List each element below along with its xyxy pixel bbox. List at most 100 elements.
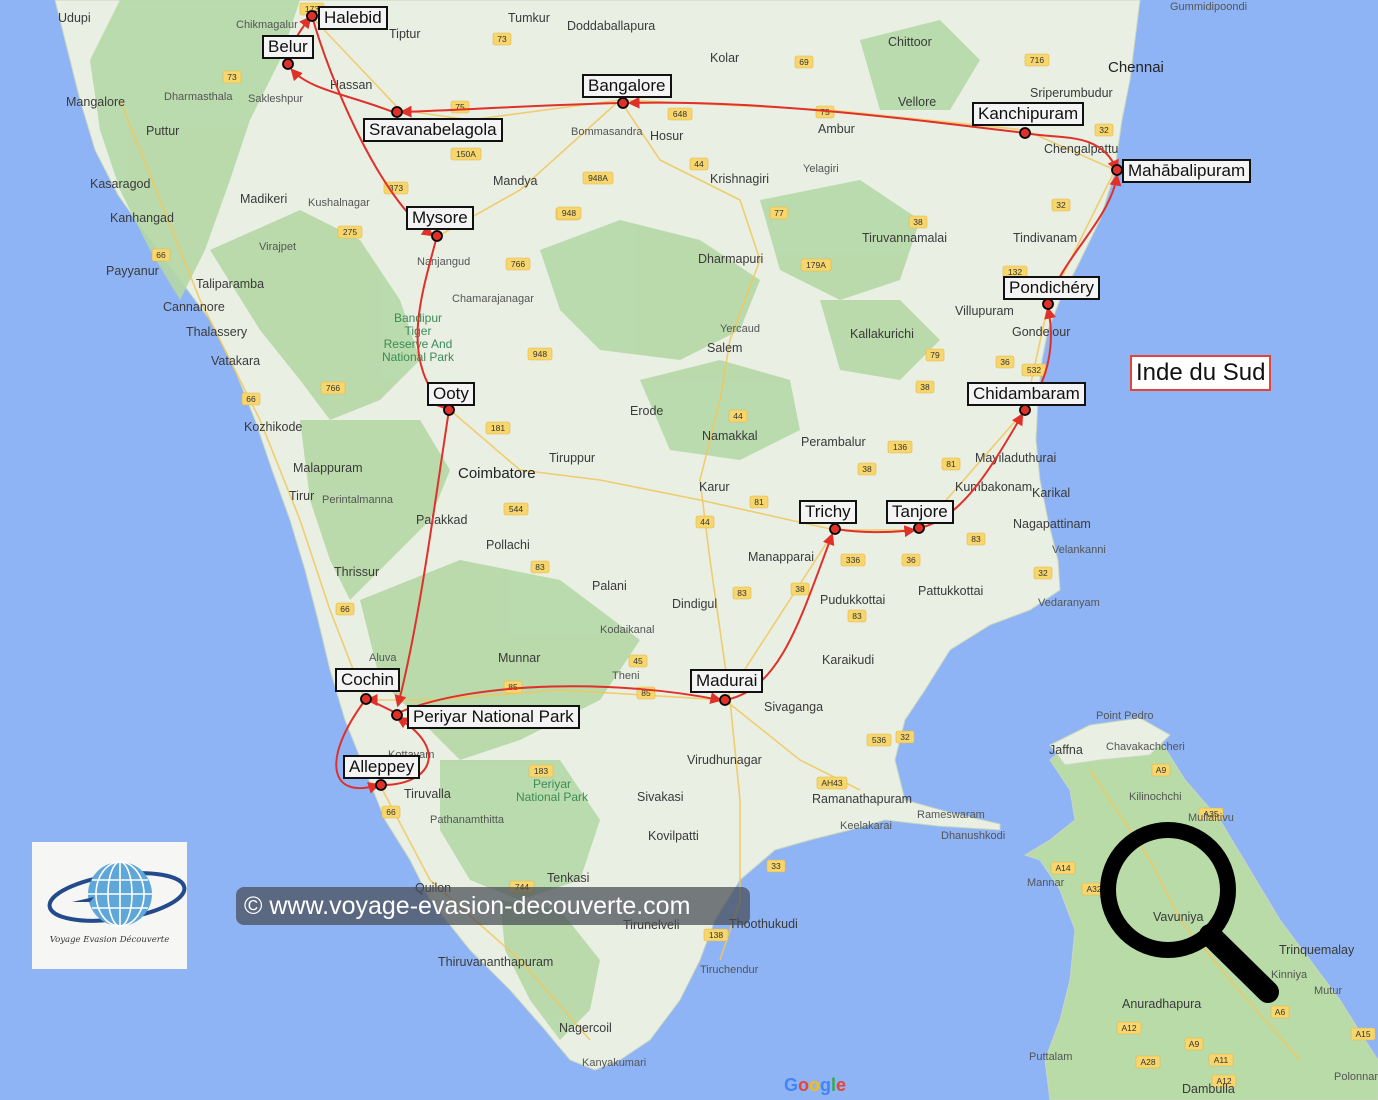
highway-shield: 32	[1033, 566, 1053, 580]
svg-text:766: 766	[326, 383, 340, 393]
stop-label[interactable]: Trichy	[799, 500, 857, 524]
place-label: Taliparamba	[196, 277, 264, 291]
place-label: Kallakurichi	[850, 327, 914, 341]
svg-text:44: 44	[694, 159, 704, 169]
place-label: Palani	[592, 579, 627, 593]
highway-shield: 138	[703, 928, 729, 942]
stop-label[interactable]: Halebid	[318, 6, 388, 30]
stop-marker[interactable]	[1019, 404, 1031, 416]
stop-label[interactable]: Tanjore	[886, 500, 954, 524]
globe-logo-icon	[47, 861, 187, 927]
place-label: Kasaragod	[90, 177, 151, 191]
place-label: Karikal	[1032, 486, 1070, 500]
stop-label[interactable]: Ooty	[427, 382, 475, 406]
stop-marker[interactable]	[431, 230, 443, 242]
place-label: Kinniya	[1271, 969, 1308, 981]
stop-marker[interactable]	[306, 10, 318, 22]
place-label: Aluva	[369, 652, 397, 664]
highway-shield: 77	[769, 206, 789, 220]
highway-shield: 83	[732, 586, 752, 600]
stop-marker[interactable]	[1042, 298, 1054, 310]
place-label: Rameswaram	[917, 809, 985, 821]
highway-shield: 38	[790, 582, 810, 596]
svg-text:45: 45	[633, 656, 643, 666]
stop-label[interactable]: Belur	[262, 35, 314, 59]
stop-marker[interactable]	[391, 106, 403, 118]
svg-text:A6: A6	[1275, 1007, 1286, 1017]
stop-label[interactable]: Madurai	[690, 669, 764, 693]
stop-label[interactable]: Sravanabelagola	[363, 118, 503, 142]
place-label: Kozhikode	[244, 420, 302, 434]
svg-text:32: 32	[900, 732, 910, 742]
highway-shield: 32	[1094, 123, 1114, 137]
place-label: Thalassery	[186, 325, 248, 339]
place-label: Polonnaruwa	[1334, 1071, 1378, 1083]
svg-text:38: 38	[920, 382, 930, 392]
svg-text:A9: A9	[1189, 1039, 1200, 1049]
place-label: Virudhunagar	[687, 753, 762, 767]
svg-text:69: 69	[799, 57, 809, 67]
stop-marker[interactable]	[829, 523, 841, 535]
place-label: Doddaballapura	[567, 19, 655, 33]
stop-marker[interactable]	[719, 694, 731, 706]
place-label: Kolar	[710, 51, 739, 65]
svg-text:A32: A32	[1086, 884, 1101, 894]
stop-label[interactable]: Bangalore	[582, 74, 672, 98]
highway-shield: 948	[527, 347, 553, 361]
svg-text:A15: A15	[1355, 1029, 1370, 1039]
stop-label[interactable]: Kanchipuram	[972, 102, 1085, 126]
highway-shield: 83	[966, 532, 986, 546]
stop-label[interactable]: Cochin	[335, 668, 400, 692]
stop-label[interactable]: Alleppey	[343, 755, 421, 779]
highway-shield: 66	[381, 805, 401, 819]
place-label: Malappuram	[293, 461, 362, 475]
place-label: Chavakachcheri	[1106, 741, 1185, 753]
highway-shield: 136	[887, 440, 913, 454]
highway-shield: 716	[1024, 53, 1050, 67]
highway-shield: 83	[847, 609, 867, 623]
stop-label[interactable]: Mahābalipuram	[1122, 159, 1252, 183]
svg-text:83: 83	[535, 562, 545, 572]
highway-shield: 38	[908, 215, 928, 229]
highway-shield: 73	[222, 70, 242, 84]
stop-marker[interactable]	[360, 693, 372, 705]
stop-marker[interactable]	[443, 404, 455, 416]
stop-label[interactable]: Chidambaram	[967, 382, 1086, 406]
place-label: Jaffna	[1049, 743, 1083, 757]
stop-marker[interactable]	[391, 709, 403, 721]
stop-marker[interactable]	[1111, 164, 1123, 176]
highway-shield: 73	[492, 32, 512, 46]
highway-shield: 45	[628, 654, 648, 668]
stop-marker[interactable]	[375, 779, 387, 791]
highway-shield: 75	[450, 100, 470, 114]
place-label: Vellore	[898, 95, 936, 109]
highway-shield: 532	[1021, 363, 1047, 377]
highway-shield: 66	[241, 392, 261, 406]
stop-marker[interactable]	[282, 58, 294, 70]
svg-text:38: 38	[862, 464, 872, 474]
svg-text:179A: 179A	[806, 260, 826, 270]
svg-text:948: 948	[533, 349, 547, 359]
svg-text:66: 66	[156, 250, 166, 260]
place-label: Tiruchendur	[700, 964, 759, 976]
highway-shield: 38	[857, 462, 877, 476]
svg-text:532: 532	[1027, 365, 1041, 375]
highway-shield: 36	[995, 355, 1015, 369]
stop-label[interactable]: Pondichéry	[1003, 276, 1101, 300]
place-label: Tiruppur	[549, 451, 595, 465]
stop-label[interactable]: Periyar National Park	[407, 705, 580, 729]
place-label: Udupi	[58, 11, 91, 25]
stop-marker[interactable]	[617, 97, 629, 109]
stop-marker[interactable]	[913, 522, 925, 534]
stop-marker[interactable]	[1019, 127, 1031, 139]
place-label: Dhanushkodi	[941, 830, 1005, 842]
place-label: Manapparai	[748, 550, 814, 564]
stop-label[interactable]: Mysore	[406, 206, 474, 230]
highway-shield: 150A	[450, 147, 482, 161]
highway-shield: A28	[1135, 1055, 1161, 1069]
place-label: Yelagiri	[803, 163, 839, 175]
place-label: Munnar	[498, 651, 540, 665]
place-label: Erode	[630, 404, 663, 418]
place-label: Dharmasthala	[164, 91, 233, 103]
svg-text:38: 38	[795, 584, 805, 594]
